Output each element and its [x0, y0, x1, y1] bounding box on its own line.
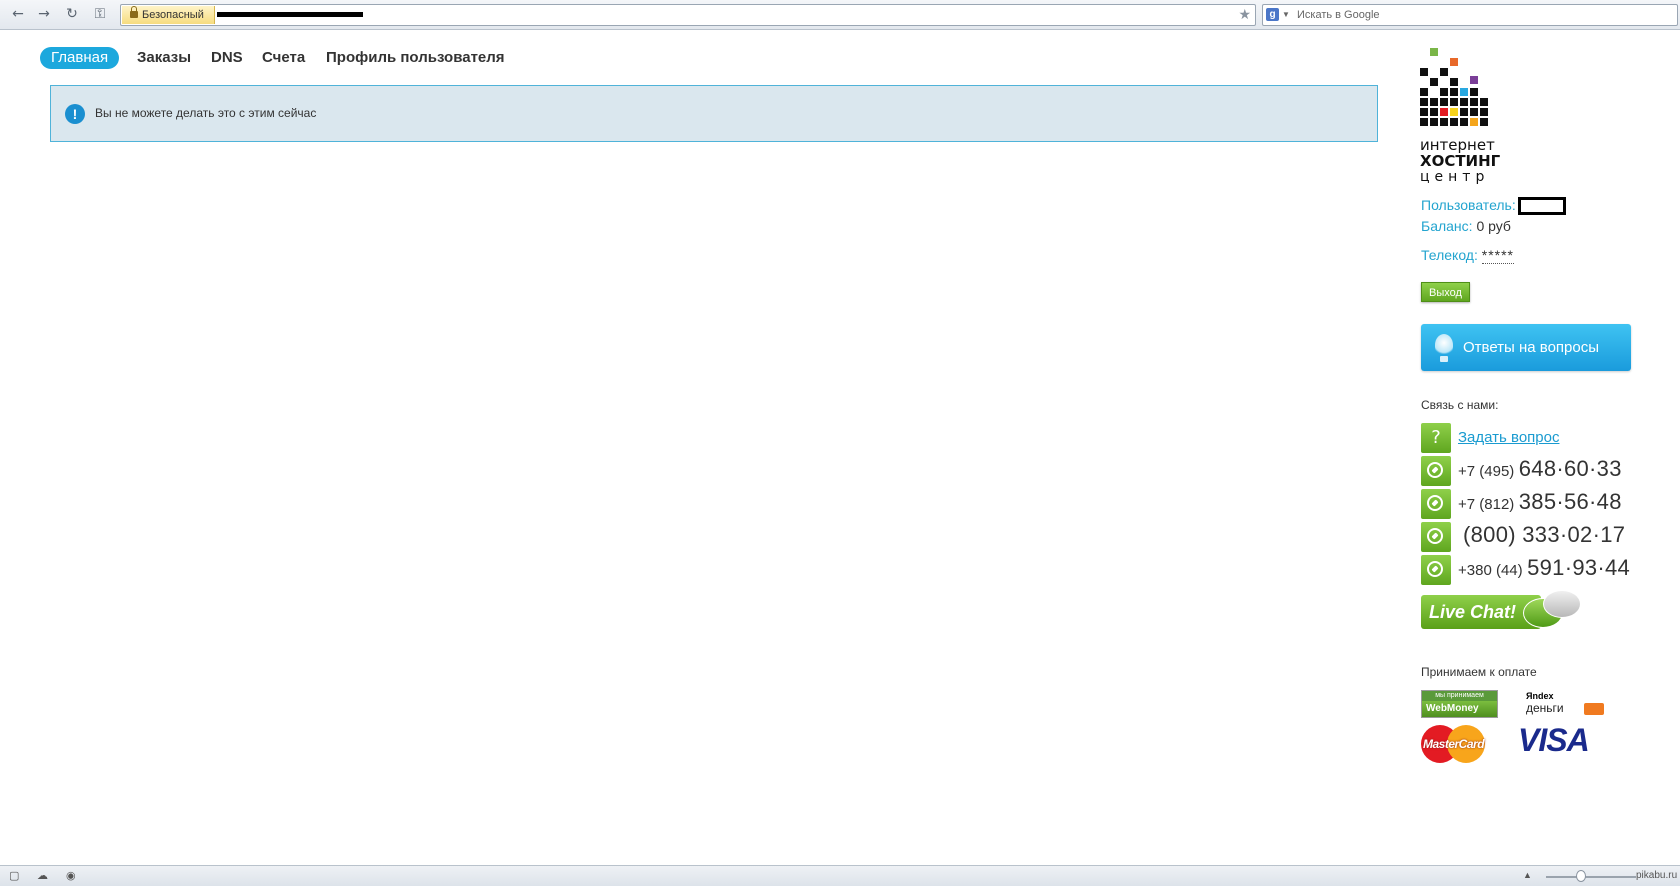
contact-title: Связь с нами:	[1421, 398, 1499, 412]
balance-label: Баланс:	[1421, 218, 1473, 234]
nav-item-home[interactable]: Главная	[40, 47, 120, 69]
phone-number: 648·60·33	[1518, 456, 1622, 481]
faq-button[interactable]: Ответы на вопросы	[1421, 324, 1631, 371]
phone-icon	[1421, 555, 1451, 585]
phone-icon	[1421, 522, 1451, 552]
logo-text-line2: хостинг	[1420, 152, 1501, 170]
user-label: Пользователь:	[1421, 197, 1516, 213]
phone-number: (800) 333·02·17	[1463, 522, 1626, 547]
reload-icon[interactable]: ↻	[62, 5, 82, 23]
yandex-money-name: деньги	[1526, 701, 1564, 715]
lock-icon	[130, 6, 138, 18]
forward-arrow-icon[interactable]: →	[34, 5, 54, 23]
nav-item-dns[interactable]: DNS	[211, 47, 243, 69]
url-redaction	[217, 12, 363, 17]
logo-text-line3: центр	[1420, 169, 1490, 185]
phone-icon	[1421, 456, 1451, 486]
back-arrow-icon[interactable]: ←	[8, 5, 28, 23]
webmoney-top-text: мы принимаем	[1422, 691, 1497, 701]
phone-code: +7 (495)	[1458, 463, 1515, 480]
watermark: pikabu.ru	[1636, 870, 1678, 881]
panel-icon[interactable]: ▢	[9, 870, 21, 881]
ask-question-link[interactable]: Задать вопрос	[1458, 429, 1559, 446]
browser-status-bar: ▢ ☁ ◉ ▲	[0, 865, 1680, 886]
logout-button[interactable]: Выход	[1421, 282, 1470, 302]
phone-icon	[1421, 489, 1451, 519]
nav-item-profile[interactable]: Профиль пользователя	[326, 47, 505, 69]
phone-moscow: +7 (495) 648·60·33	[1458, 456, 1622, 482]
up-arrow-icon[interactable]: ▲	[1523, 870, 1532, 880]
cloud-icon[interactable]: ☁	[37, 870, 49, 881]
key-icon[interactable]: ⚿	[90, 5, 110, 23]
bookmark-star-icon[interactable]: ★	[1238, 5, 1251, 24]
address-bar[interactable]: Безопасный ★	[120, 4, 1256, 26]
browser-toolbar: ← → ↻ ⚿ Безопасный ★ g ▼ Искать в Google	[0, 0, 1680, 30]
zoom-slider[interactable]	[1546, 876, 1636, 878]
phone-number: 385·56·48	[1518, 489, 1622, 514]
faq-button-label: Ответы на вопросы	[1463, 339, 1600, 356]
balance-value: 0 руб	[1476, 218, 1511, 234]
chevron-down-icon[interactable]: ▼	[1282, 5, 1290, 25]
logo-text-line1: интернет	[1420, 136, 1495, 154]
search-placeholder[interactable]: Искать в Google	[1297, 5, 1380, 25]
phone-kiev: +380 (44) 591·93·44	[1458, 555, 1630, 581]
wallet-icon	[1584, 703, 1604, 715]
telecode-line: Телекод: *****	[1421, 247, 1515, 264]
payment-title: Принимаем к оплате	[1421, 665, 1537, 679]
username-redaction	[1517, 197, 1566, 216]
live-chat-button[interactable]: Live Chat!	[1421, 590, 1581, 633]
info-icon: !	[65, 104, 85, 124]
balance-line: Баланс: 0 руб	[1421, 218, 1511, 234]
lightbulb-base	[1440, 356, 1448, 362]
alert-message: Вы не можете делать это с этим сейчас	[95, 106, 317, 120]
hosting-logo-icon[interactable]	[1420, 46, 1490, 126]
telecode-label: Телекод:	[1421, 247, 1478, 263]
phone-spb: +7 (812) 385·56·48	[1458, 489, 1622, 515]
mastercard-name: MasterCard	[1423, 737, 1485, 751]
webmoney-logo[interactable]: мы принимаем WebMoney	[1421, 690, 1498, 718]
nav-item-invoices[interactable]: Счета	[262, 47, 305, 69]
phone-number: 591·93·44	[1527, 555, 1631, 580]
phone-code: +380 (44)	[1458, 562, 1523, 579]
secure-indicator[interactable]: Безопасный	[122, 6, 215, 24]
phone-code: +7 (812)	[1458, 496, 1515, 513]
user-line: Пользователь:	[1421, 197, 1566, 216]
chat-bubble-icon	[1543, 590, 1581, 618]
yandex-money-logo[interactable]: Яndex деньги	[1526, 690, 1604, 715]
webmoney-name: WebMoney	[1422, 701, 1497, 717]
zoom-slider-handle[interactable]	[1576, 870, 1586, 882]
mastercard-logo[interactable]: MasterCard	[1421, 725, 1485, 763]
nav-item-orders[interactable]: Заказы	[137, 47, 191, 69]
info-alert: ! Вы не можете делать это с этим сейчас	[50, 85, 1378, 142]
question-icon[interactable]: ?	[1421, 423, 1451, 453]
phone-tollfree: (800) 333·02·17	[1463, 522, 1625, 548]
lightbulb-icon	[1435, 334, 1453, 356]
visa-logo[interactable]: VISA	[1518, 722, 1590, 759]
search-box[interactable]: g ▼ Искать в Google	[1262, 4, 1678, 26]
speed-dial-icon[interactable]: ◉	[66, 870, 78, 881]
google-icon[interactable]: g	[1266, 8, 1279, 21]
telecode-value[interactable]: *****	[1481, 247, 1515, 264]
